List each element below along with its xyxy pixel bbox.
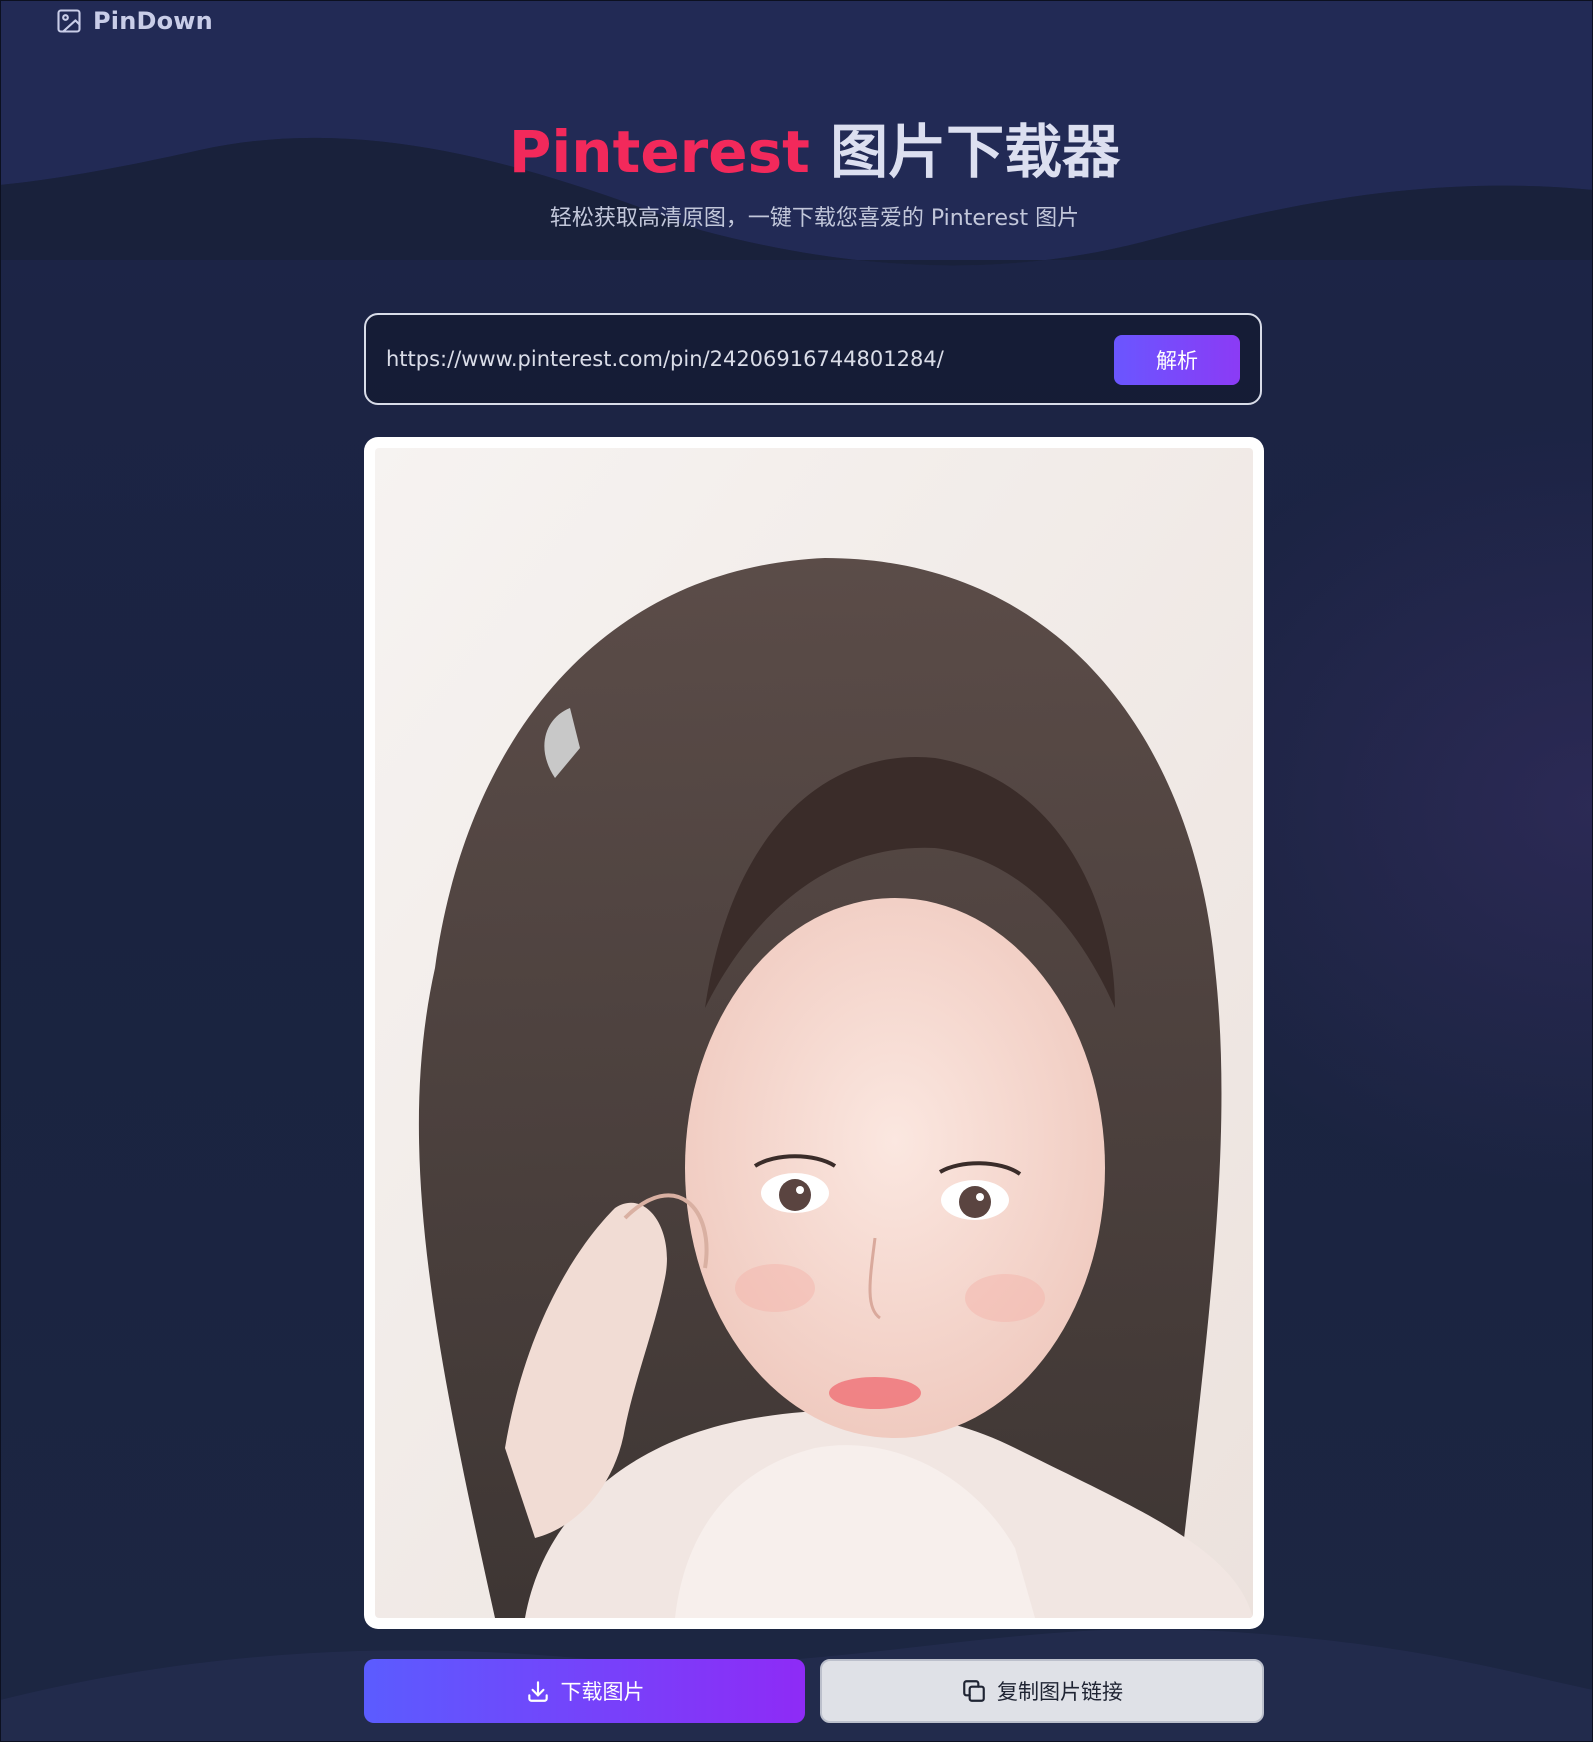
- page-subtitle: 轻松获取高清原图，一键下载您喜爱的 Pinterest 图片: [549, 206, 1080, 231]
- url-search-box: 解析: [364, 313, 1262, 405]
- app-header[interactable]: PinDown: [55, 4, 213, 38]
- app-name: PinDown: [93, 7, 213, 35]
- copy-link-button[interactable]: 复制图片链接: [820, 1659, 1264, 1723]
- download-button[interactable]: 下载图片: [364, 1659, 805, 1723]
- pin-image[interactable]: [375, 448, 1253, 1618]
- download-button-label: 下载图片: [560, 1680, 645, 1704]
- page-title: Pinterest 图片下载器: [0, 112, 1593, 192]
- url-input[interactable]: [386, 337, 1086, 381]
- download-icon: [527, 1681, 548, 1702]
- action-row: 下载图片 复制图片链接: [364, 1659, 1264, 1723]
- copy-icon: [963, 1680, 985, 1702]
- parse-button[interactable]: 解析: [1114, 335, 1240, 385]
- image-icon: [57, 9, 81, 33]
- title-brand: Pinterest: [508, 118, 810, 186]
- copy-button-label: 复制图片链接: [997, 1680, 1123, 1704]
- result-image-card: [364, 437, 1264, 1629]
- title-rest: 图片下载器: [830, 118, 1121, 186]
